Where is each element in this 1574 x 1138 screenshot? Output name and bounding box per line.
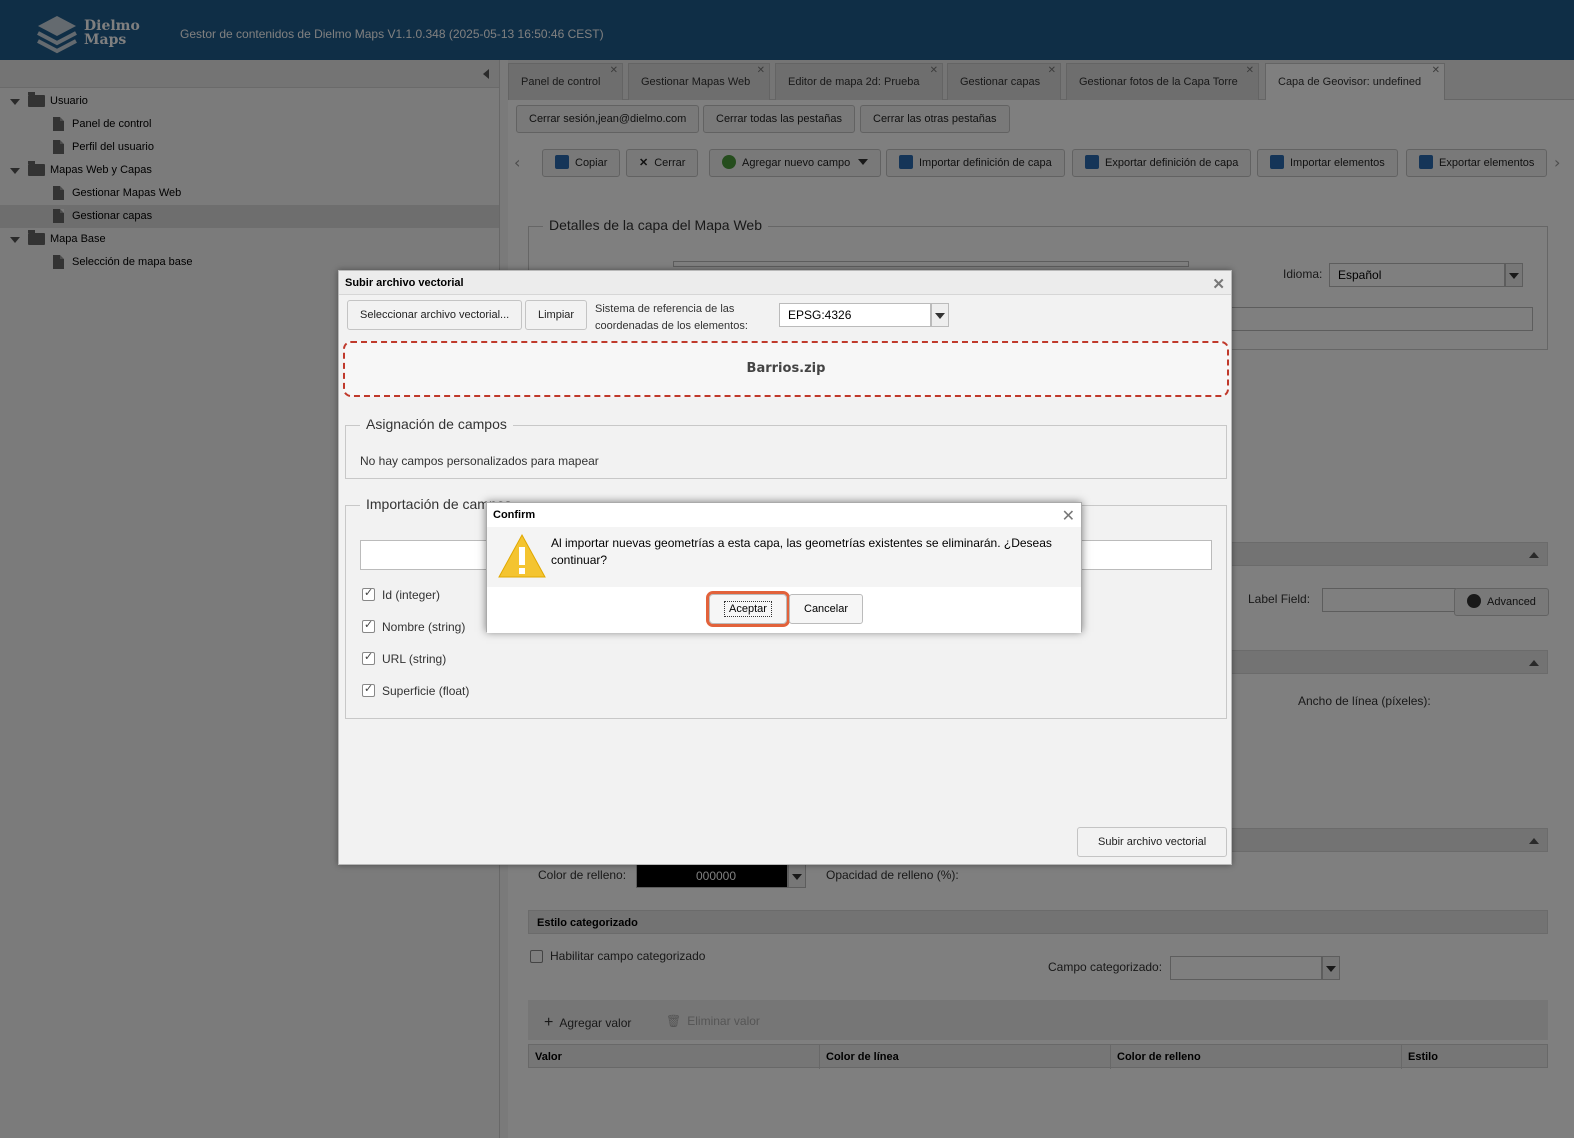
warning-icon xyxy=(498,533,546,578)
cancel-button[interactable]: Cancelar xyxy=(789,594,864,624)
field-url-label: URL (string) xyxy=(382,652,447,666)
confirm-body: Al importar nuevas geometrías a esta cap… xyxy=(487,527,1081,587)
upload-vector-file-button[interactable]: Subir archivo vectorial xyxy=(1077,827,1228,857)
accept-label: Aceptar xyxy=(724,601,772,617)
field-id-checkbox[interactable] xyxy=(362,586,375,601)
field-superficie-label: Superficie (float) xyxy=(382,684,470,698)
crs-label-line-2: coordenadas de los elementos: xyxy=(595,320,748,332)
crs-dropdown-button[interactable] xyxy=(931,303,949,327)
confirm-message: Al importar nuevas geometrías a esta cap… xyxy=(551,536,1052,567)
field-superficie-checkbox[interactable] xyxy=(362,682,375,697)
crs-label: Sistema de referencia de las coordenadas … xyxy=(595,301,748,335)
close-icon[interactable]: ✕ xyxy=(1212,273,1225,297)
field-url-checkbox[interactable] xyxy=(362,650,375,665)
field-mapping-fieldset: Asignación de campos No hay campos perso… xyxy=(345,416,1227,479)
field-mapping-legend: Asignación de campos xyxy=(360,416,513,432)
crs-select[interactable]: EPSG:4326 xyxy=(779,303,931,327)
upload-title-text: Subir archivo vectorial xyxy=(345,277,464,289)
crs-label-line-1: Sistema de referencia de las xyxy=(595,303,735,315)
close-icon[interactable]: ✕ xyxy=(1062,506,1075,525)
upload-window-title: Subir archivo vectorial ✕ xyxy=(339,271,1231,295)
confirm-footer: Aceptar Cancelar xyxy=(487,587,1081,633)
clear-button[interactable]: Limpiar xyxy=(525,300,588,330)
confirm-dialog: Confirm ✕ Al importar nuevas geometrías … xyxy=(486,502,1082,633)
field-id-label: Id (integer) xyxy=(382,588,441,602)
no-custom-fields-text: No hay campos personalizados para mapear xyxy=(360,454,599,468)
select-vector-file-button[interactable]: Seleccionar archivo vectorial... xyxy=(347,300,523,330)
field-nombre-checkbox[interactable] xyxy=(362,618,375,633)
field-nombre-label: Nombre (string) xyxy=(382,620,466,634)
confirm-title: Confirm xyxy=(493,509,536,521)
accept-button[interactable]: Aceptar xyxy=(706,591,790,627)
file-drop-zone[interactable]: Barrios.zip xyxy=(343,341,1229,397)
